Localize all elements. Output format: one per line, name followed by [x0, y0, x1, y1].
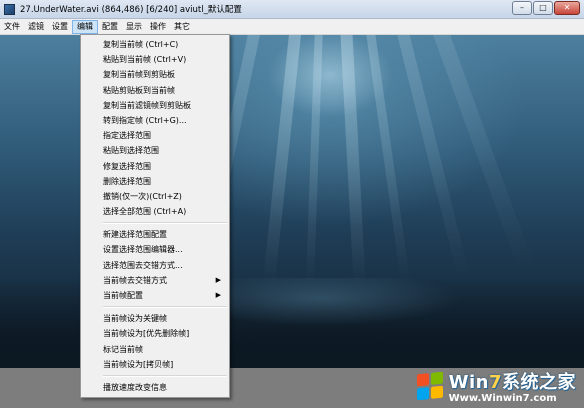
light-ray: [262, 35, 302, 285]
menu-item-undo[interactable]: 撤销(仅一次)(Ctrl+Z): [81, 189, 229, 204]
light-ray: [340, 35, 366, 285]
minimize-button[interactable]: –: [512, 1, 532, 15]
menu-view[interactable]: 显示: [122, 20, 146, 34]
title-bar[interactable]: 27.UnderWater.avi (864,486) [6/240] aviu…: [0, 0, 584, 19]
menu-item-paste-frame[interactable]: 粘贴到当前帧 (Ctrl+V): [81, 52, 229, 67]
watermark-url: Www.Winwin7.com: [448, 393, 557, 404]
menu-item-new-selection-profile[interactable]: 新建选择范围配置: [81, 227, 229, 242]
watermark-brand: Win7系统之家: [448, 372, 576, 393]
menu-separator: [103, 306, 227, 309]
edit-menu-dropdown: 复制当前帧 (Ctrl+C) 粘贴到当前帧 (Ctrl+V) 复制当前帧到剪贴板…: [80, 34, 230, 399]
menu-item-repair-selection[interactable]: 修复选择范围: [81, 159, 229, 174]
menu-item-selection-deinterlace[interactable]: 选择范围去交错方式...: [81, 258, 229, 273]
logo-tile: [430, 385, 443, 399]
menu-other[interactable]: 其它: [170, 20, 194, 34]
menu-separator: [103, 374, 227, 377]
menu-item-paste-selection[interactable]: 粘贴到选择范围: [81, 143, 229, 158]
menu-item-goto-frame[interactable]: 转到指定帧 (Ctrl+G)...: [81, 113, 229, 128]
logo-tile: [416, 373, 429, 387]
menu-item-paste-clipboard-frame[interactable]: 粘贴剪贴板到当前帧: [81, 83, 229, 98]
windows-logo-icon: [416, 371, 443, 401]
menu-item-playback-speed-info[interactable]: 播放速度改变信息: [81, 380, 229, 395]
menu-item-copy-filter-frame[interactable]: 复制当前滤镜帧到剪贴板: [81, 98, 229, 113]
close-button[interactable]: ✕: [554, 1, 580, 15]
submenu-arrow-icon: ▶: [215, 275, 221, 284]
menu-item-copy-frame-clipboard[interactable]: 复制当前帧到剪贴板: [81, 67, 229, 82]
window-controls: – □ ✕: [511, 1, 580, 15]
app-window: 27.UnderWater.avi (864,486) [6/240] aviu…: [0, 0, 584, 408]
logo-tile: [430, 371, 443, 385]
logo-tile: [416, 387, 429, 401]
menu-edit[interactable]: 编辑: [72, 19, 98, 34]
menu-bar: 文件 滤镜 设置 编辑 配置 显示 操作 其它: [0, 19, 584, 35]
menu-profile[interactable]: 配置: [98, 20, 122, 34]
menu-item-set-keyframe[interactable]: 当前帧设为关键帧: [81, 311, 229, 326]
menu-item-frame-deinterlace[interactable]: 当前帧去交错方式 ▶: [81, 273, 229, 288]
submenu-arrow-icon: ▶: [215, 291, 221, 299]
menu-operation[interactable]: 操作: [146, 20, 170, 34]
window-title: 27.UnderWater.avi (864,486) [6/240] aviu…: [20, 5, 242, 15]
light-ray: [430, 35, 535, 273]
menu-item-select-all[interactable]: 选择全部范围 (Ctrl+A): [81, 204, 229, 219]
menu-item-delete-selection[interactable]: 删除选择范围: [81, 174, 229, 189]
light-ray: [365, 35, 411, 284]
menu-settings[interactable]: 设置: [48, 20, 72, 34]
watermark: Win7系统之家 Www.Winwin7.com: [416, 368, 576, 404]
light-ray: [305, 35, 323, 285]
menu-file[interactable]: 文件: [0, 20, 24, 34]
app-icon: [4, 3, 15, 15]
menu-item-selection-editor[interactable]: 设置选择范围编辑器...: [81, 242, 229, 257]
menu-item-copy-frame[interactable]: 复制当前帧 (Ctrl+C): [81, 37, 229, 52]
maximize-button[interactable]: □: [533, 1, 553, 15]
menu-item-frame-profile[interactable]: 当前帧配置 ▶: [81, 288, 229, 303]
menu-item-label: 当前帧配置: [103, 291, 143, 300]
menu-item-mark-frame[interactable]: 标记当前帧: [81, 342, 229, 357]
menu-separator: [103, 222, 227, 225]
menu-item-label: 当前帧去交错方式: [103, 275, 167, 285]
menu-filter[interactable]: 滤镜: [24, 20, 48, 34]
menu-item-set-priority-delete[interactable]: 当前帧设为[优先删除帧]: [81, 326, 229, 341]
menu-item-set-copy-frame[interactable]: 当前帧设为[拷贝帧]: [81, 357, 229, 372]
menu-item-set-selection[interactable]: 指定选择范围: [81, 128, 229, 143]
